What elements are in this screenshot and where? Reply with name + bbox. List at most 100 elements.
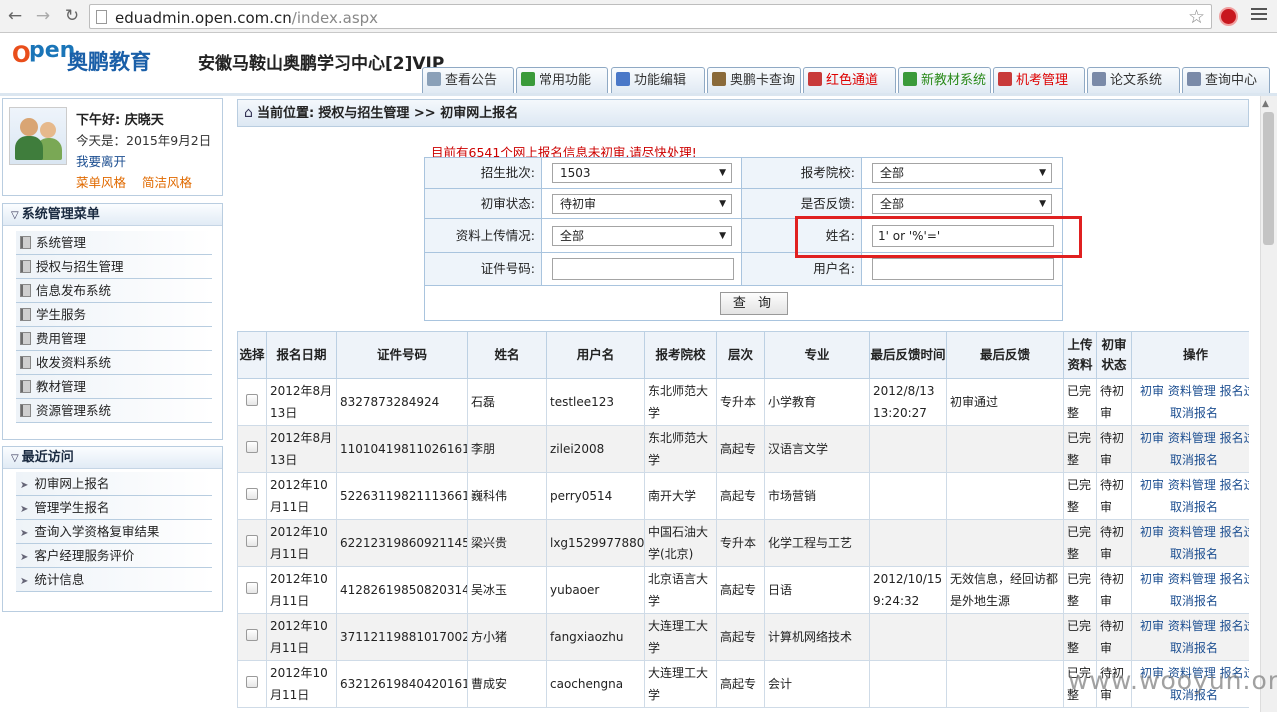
tab-query-center[interactable]: 查询中心 — [1182, 67, 1270, 94]
highlight-box — [795, 216, 1082, 258]
action-links[interactable]: 初审 资料管理 报名过程 — [1140, 380, 1249, 402]
cell-actions: 初审 资料管理 报名过程取消报名 — [1131, 425, 1249, 473]
upload-label: 资料上传情况: — [425, 219, 542, 252]
table-row: 2012年10月11日 522631198211136619 巍科伟 perry051… — [237, 472, 1249, 520]
tab-label: 功能编辑 — [634, 73, 687, 88]
book-icon — [20, 380, 31, 393]
recent-item[interactable]: ➤ 管理学生报名 — [16, 496, 212, 520]
row-checkbox[interactable] — [246, 629, 258, 641]
book-icon — [20, 236, 31, 249]
school-select[interactable]: 全部 ▼ — [872, 163, 1052, 183]
cancel-link[interactable]: 取消报名 — [1140, 590, 1249, 612]
simple-style-link[interactable]: 简洁风格 — [142, 172, 192, 191]
cell-name: 巍科伟 — [467, 472, 547, 520]
row-checkbox[interactable] — [246, 394, 258, 406]
cell-date: 2012年10月11日 — [266, 519, 337, 567]
row-checkbox[interactable] — [246, 535, 258, 547]
sidebar-item[interactable]: 教材管理 — [16, 375, 212, 399]
action-links[interactable]: 初审 资料管理 报名过程 — [1140, 615, 1249, 637]
sidebar-item[interactable]: 费用管理 — [16, 327, 212, 351]
action-links[interactable]: 初审 资料管理 报名过程 — [1140, 474, 1249, 496]
tab-label: 新教材系统 — [921, 73, 987, 88]
upload-select[interactable]: 全部 ▼ — [552, 226, 732, 246]
row-checkbox[interactable] — [246, 441, 258, 453]
tab-notice[interactable]: 查看公告 — [422, 67, 514, 94]
tab-new-textbook[interactable]: 新教材系统 — [898, 67, 991, 94]
sidebar-item[interactable]: 授权与招生管理 — [16, 255, 212, 279]
tab-red-channel[interactable]: 红色通道 — [803, 67, 896, 94]
username-input[interactable] — [872, 258, 1054, 280]
sidebar-item[interactable]: 资源管理系统 — [16, 399, 212, 423]
results-table: 选择 报名日期 证件号码 姓名 用户名 报考院校 层次 专业 最后反馈时间 最后反馈 上传资料 初审状… — [237, 331, 1249, 712]
table-row: 2012年8月13日 110104198110261619 李朋 zilei2008 东… — [237, 425, 1249, 473]
tab-common-functions[interactable]: 常用功能 — [516, 67, 608, 94]
recent-item[interactable]: ➤ 统计信息 — [16, 568, 212, 592]
row-checkbox[interactable] — [246, 676, 258, 688]
arrow-right-icon: ➤ — [20, 504, 29, 515]
sidebar-item-label: 费用管理 — [36, 331, 87, 346]
recent-item[interactable]: ➤ 客户经理服务评价 — [16, 544, 212, 568]
cancel-link[interactable]: 取消报名 — [1140, 449, 1249, 471]
table-row: 2012年10月11日 371121198810170027 方小猪 fangxiao… — [237, 613, 1249, 661]
batch-select[interactable]: 1503 ▼ — [552, 163, 732, 183]
cancel-link[interactable]: 取消报名 — [1140, 496, 1249, 518]
tab-label: 红色通道 — [826, 73, 879, 88]
browser-menu-icon[interactable] — [1251, 8, 1267, 23]
cancel-link[interactable]: 取消报名 — [1140, 402, 1249, 424]
breadcrumb: ⌂ 当前位置: 授权与招生管理 >> 初审网上报名 — [237, 99, 1249, 127]
action-links[interactable]: 初审 资料管理 报名过程 — [1140, 521, 1249, 543]
logout-link[interactable]: 我要离开 — [76, 151, 126, 170]
id-number-label: 证件号码: — [425, 253, 542, 285]
column-header: 最后反馈 — [946, 331, 1064, 379]
tab-exam[interactable]: 机考管理 — [993, 67, 1085, 94]
system-menu-header[interactable]: ▽ 系统管理菜单 — [3, 204, 222, 226]
scroll-up-icon[interactable]: ▲ — [1262, 99, 1269, 109]
reload-icon[interactable]: ↻ — [61, 5, 83, 27]
recent-visits-header[interactable]: ▽ 最近访问 — [3, 447, 222, 469]
cancel-link[interactable]: 取消报名 — [1140, 543, 1249, 565]
cell-upload: 已完整 — [1063, 566, 1097, 614]
sidebar-item[interactable]: 信息发布系统 — [16, 279, 212, 303]
browser-toolbar: ← → ↻ eduadmin.open.com.cn/index.aspx ☆ — [0, 0, 1277, 33]
sidebar-item[interactable]: 收发资料系统 — [16, 351, 212, 375]
extension-icon[interactable] — [1219, 7, 1238, 26]
row-checkbox[interactable] — [246, 488, 258, 500]
address-bar[interactable]: eduadmin.open.com.cn/index.aspx ☆ — [89, 4, 1212, 29]
cell-user: zilei2008 — [546, 425, 645, 473]
tab-label: 奥鹏卡查询 — [730, 73, 796, 88]
tab-thesis[interactable]: 论文系统 — [1087, 67, 1180, 94]
cell-date: 2012年8月13日 — [266, 378, 337, 426]
back-icon[interactable]: ← — [4, 5, 26, 27]
bookmark-star-icon[interactable]: ☆ — [1188, 6, 1205, 28]
tab-card-query[interactable]: 奥鹏卡查询 — [707, 67, 801, 94]
query-button[interactable]: 查 询 — [720, 292, 788, 315]
cell-level: 高起专 — [716, 566, 765, 614]
cell-name: 石磊 — [467, 378, 547, 426]
cell-major: 市场营销 — [764, 472, 870, 520]
column-header: 用户名 — [546, 331, 645, 379]
cell-date: 2012年10月11日 — [266, 660, 337, 708]
forward-icon[interactable]: → — [32, 5, 54, 27]
table-row: 2012年8月13日 8327873284924 石磊 testlee123 东北师范大… — [237, 378, 1249, 426]
sidebar-item[interactable]: 系统管理 — [16, 231, 212, 255]
menu-style-link[interactable]: 菜单风格 — [76, 172, 126, 191]
column-header: 操作 — [1131, 331, 1249, 379]
user-info-panel: 下午好: 庆晓天 今天是：2015年9月2日 我要离开 菜单风格 简洁风格 — [2, 98, 223, 196]
feedback-select[interactable]: 全部 ▼ — [872, 194, 1052, 214]
status-select[interactable]: 待初审 ▼ — [552, 194, 732, 214]
book-icon — [20, 356, 31, 369]
cell-level: 高起专 — [716, 660, 765, 708]
action-links[interactable]: 初审 资料管理 报名过程 — [1140, 568, 1249, 590]
sidebar-item[interactable]: 学生服务 — [16, 303, 212, 327]
system-menu-panel: ▽ 系统管理菜单 系统管理 授权与招生管理 信息发布系统 学生服务费用管理收发资料系统教… — [2, 203, 223, 440]
recent-item[interactable]: ➤ 查询入学资格复审结果 — [16, 520, 212, 544]
row-checkbox[interactable] — [246, 582, 258, 594]
tab-user-edit[interactable]: 功能编辑 — [611, 67, 705, 94]
cell-fbtime: 2012/10/15 9:24:32 — [869, 566, 947, 614]
cancel-link[interactable]: 取消报名 — [1140, 637, 1249, 659]
recent-item[interactable]: ➤ 初审网上报名 — [16, 472, 212, 496]
id-number-input[interactable] — [552, 258, 734, 280]
cell-user: perry0514 — [546, 472, 645, 520]
scrollbar-thumb[interactable] — [1263, 112, 1274, 245]
action-links[interactable]: 初审 资料管理 报名过程 — [1140, 427, 1249, 449]
